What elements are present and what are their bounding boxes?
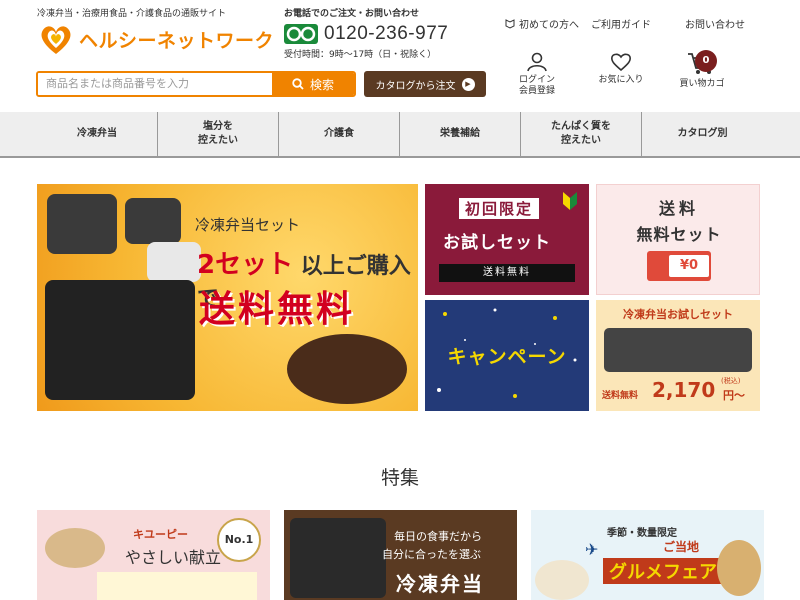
arrow-right-icon: ▶ [461, 77, 475, 91]
catalog-order-button[interactable]: カタログから注文 ▶ [364, 71, 486, 97]
main-banner-title: 冷凍弁当セット [195, 216, 301, 234]
search-icon [292, 78, 304, 90]
card3-top: 季節・数量限定 [607, 528, 677, 539]
campaign-banner[interactable]: キャンペーン [425, 300, 589, 411]
search-button[interactable]: 検索 [272, 73, 354, 95]
airplane-icon: ✈ [585, 540, 599, 559]
beginner-icon [505, 18, 515, 29]
phone-hours: 受付時間：9時〜17時（日・祝除く） [284, 50, 437, 60]
favorites-button[interactable]: お気に入り [589, 52, 653, 97]
bento-tray-image [287, 334, 407, 404]
beginner-mark-icon [563, 192, 577, 210]
nav-item-label: 塩分を 控えたい [198, 121, 238, 146]
main-nav: 冷凍弁当 塩分を 控えたい 介護食 栄養補給 たんぱく質を 控えたい カタログ別 [0, 112, 800, 158]
search-button-label: 検索 [309, 77, 334, 92]
bento-trial-set-banner[interactable]: 冷凍弁当お試しセット 送料無料 2,170 (税込) 円〜 [596, 300, 760, 411]
card3-title: グルメフェア [603, 558, 723, 584]
user-icon [527, 52, 547, 72]
feature-cards: キユーピー やさしい献立 No.1 毎日の食事だから 自分に合ったを選ぶ 冷凍弁… [37, 510, 764, 600]
phone-caption: お電話でのご注文・お問い合わせ [284, 9, 420, 19]
guide-link-label: ご利用ガイド [591, 20, 651, 31]
phone-contact: お電話でのご注文・お問い合わせ 0120-236-977 受付時間：9時〜17時… [284, 6, 448, 60]
contact-link[interactable]: お問い合わせ [685, 16, 745, 31]
nav-item-low-protein[interactable]: たんぱく質を 控えたい [521, 112, 642, 156]
cart-label: 買い物カゴ [679, 79, 725, 89]
bento-tray-image [45, 280, 195, 400]
site-tagline: 冷凍弁当・治療用食品・介護食品の通販サイト [37, 9, 227, 19]
free-dial-icon [284, 24, 318, 44]
contact-link-label: お問い合わせ [685, 20, 745, 31]
nav-item-nutrition[interactable]: 栄養補給 [400, 112, 521, 156]
guide-link[interactable]: ご利用ガイド [591, 16, 685, 31]
top-links: 初めての方へ ご利用ガイド お問い合わせ [505, 16, 745, 31]
frozen-bento-set-banner[interactable]: 冷凍弁当セット 2セット 以上ご購入で 送料無料 [37, 184, 418, 411]
nav-item-catalog[interactable]: カタログ別 [642, 112, 763, 156]
osame-unit: 円〜 [723, 389, 745, 402]
card2-text-2: 自分に合ったを選ぶ [382, 548, 481, 561]
osame-title: 冷凍弁当お試しセット [623, 308, 733, 321]
first-time-link[interactable]: 初めての方へ [505, 16, 591, 31]
card1-title: やさしい献立 [125, 548, 222, 567]
site-logo[interactable]: ヘルシーネットワーク [37, 22, 274, 56]
phone-number[interactable]: 0120-236-977 [324, 23, 448, 45]
main-banner-free: 送料無料 [199, 289, 356, 330]
cart-button[interactable]: 0 買い物カゴ [667, 50, 737, 97]
product-packages-image [97, 572, 257, 600]
nav-item-label: 栄養補給 [440, 128, 480, 139]
search-input[interactable] [38, 73, 272, 95]
login-label: ログイン [518, 75, 555, 85]
food-bowl-image [535, 560, 589, 600]
register-label: 会員登録 [518, 85, 555, 96]
osame-free: 送料無料 [602, 391, 639, 401]
trial-title-1: 初回限定 [459, 198, 540, 219]
card2-title: 冷凍弁当 [396, 572, 484, 596]
login-button[interactable]: ログイン 会員登録 [505, 52, 569, 97]
feature-section-title: 特集 [380, 467, 419, 489]
logo-text: ヘルシーネットワーク [79, 29, 275, 52]
free-truck-label: ¥0 [669, 255, 709, 277]
trial-set-banner[interactable]: 初回限定 お試しセット 送料無料 [425, 184, 589, 295]
nav-item-label: カタログ別 [677, 128, 728, 139]
search-box: 検索 [36, 71, 356, 97]
free-set-title-1: 送料 [658, 199, 699, 218]
free-set-title-2: 無料セット [636, 225, 722, 244]
bento-tray-image [125, 198, 181, 244]
soup-bowl-image [45, 528, 105, 568]
user-icons: ログイン 会員登録 お気に入り 0 買い物カゴ [505, 50, 737, 97]
osame-price: 2,170 [652, 378, 716, 402]
cart-count-badge: 0 [695, 50, 717, 72]
card1-brand: キユーピー [133, 528, 188, 541]
trial-free: 送料無料 [439, 264, 575, 282]
feature-card-frozen-bento[interactable]: 毎日の食事だから 自分に合ったを選ぶ 冷凍弁当 [284, 510, 517, 600]
site-header: 冷凍弁当・治療用食品・介護食品の通販サイト ヘルシーネットワーク お電話でのご注… [0, 0, 800, 112]
card3-badge: ご当地 [663, 540, 700, 554]
free-shipping-set-banner[interactable]: 送料 無料セット ¥0 [596, 184, 760, 295]
feature-card-yasashii[interactable]: キユーピー やさしい献立 No.1 [37, 510, 270, 600]
bento-tray-image [147, 242, 201, 282]
card1-badge: No.1 [217, 518, 261, 562]
main-banner-num: 2セット [197, 250, 294, 280]
card2-text-1: 毎日の食事だから [394, 530, 482, 543]
nav-item-label: 介護食 [324, 128, 354, 139]
nav-item-label: たんぱく質を 控えたい [551, 121, 611, 146]
logo-mark-icon [41, 26, 71, 54]
feature-card-gourmet-fair[interactable]: 季節・数量限定 ご当地 グルメフェア ✈ [531, 510, 764, 600]
bento-tray-image [47, 194, 117, 254]
nav-item-frozen-bento[interactable]: 冷凍弁当 [37, 112, 158, 156]
food-bowl-image [717, 540, 761, 596]
bento-tray-image [290, 518, 386, 598]
nav-item-low-salt[interactable]: 塩分を 控えたい [158, 112, 279, 156]
heart-icon [611, 53, 631, 72]
first-time-link-label: 初めての方へ [519, 20, 579, 31]
favorites-label: お気に入り [598, 75, 644, 85]
bento-tray-image [604, 328, 752, 372]
trial-title-2: お試しセット [443, 233, 551, 253]
osame-tax: (税込) [721, 377, 741, 385]
nav-item-label: 冷凍弁当 [77, 128, 117, 139]
campaign-label: キャンペーン [447, 346, 567, 368]
nav-item-care-food[interactable]: 介護食 [279, 112, 400, 156]
catalog-order-label: カタログから注文 [375, 80, 456, 92]
